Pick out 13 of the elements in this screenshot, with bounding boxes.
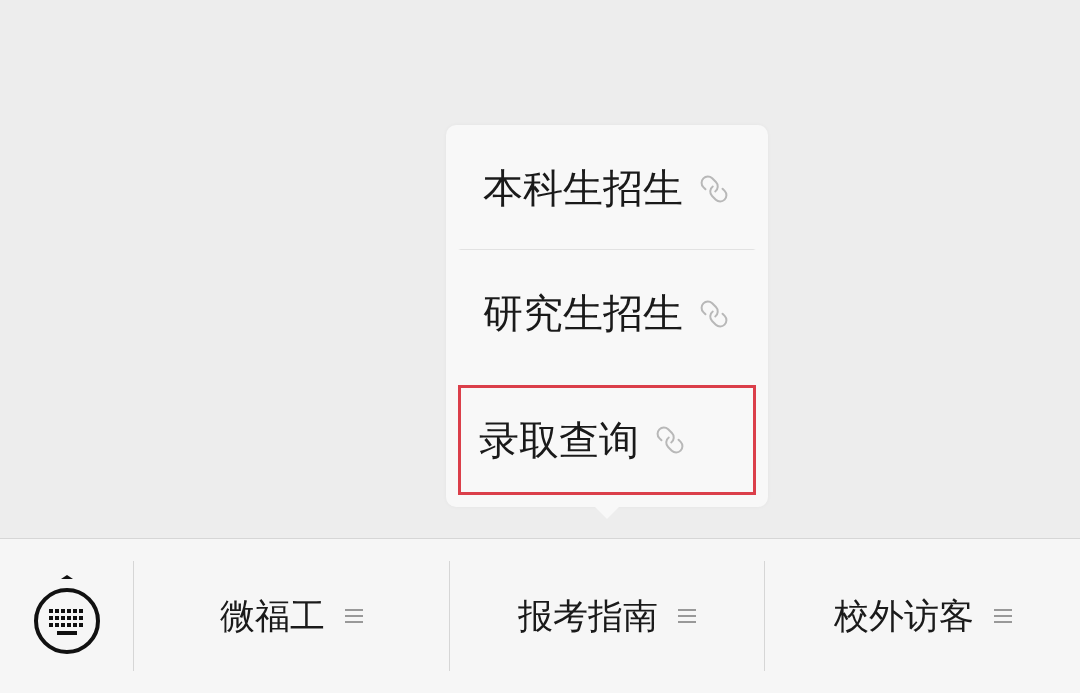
- link-icon: [699, 298, 729, 329]
- keyboard-icon[interactable]: [32, 575, 101, 657]
- menu-tab[interactable]: 微福工: [209, 586, 373, 646]
- link-icon: [699, 173, 729, 204]
- menu-tab[interactable]: 报考指南: [508, 586, 706, 646]
- link-icon: [655, 425, 685, 455]
- list-icon: [344, 606, 363, 626]
- list-icon: [678, 606, 696, 626]
- menu-item[interactable]: 录取查询: [479, 412, 639, 468]
- menu-item[interactable]: 本科生招生: [483, 161, 683, 216]
- menu-item[interactable]: 研究生招生: [483, 286, 683, 341]
- menu-tab[interactable]: 校外访客: [823, 586, 1022, 646]
- list-icon: [993, 606, 1012, 626]
